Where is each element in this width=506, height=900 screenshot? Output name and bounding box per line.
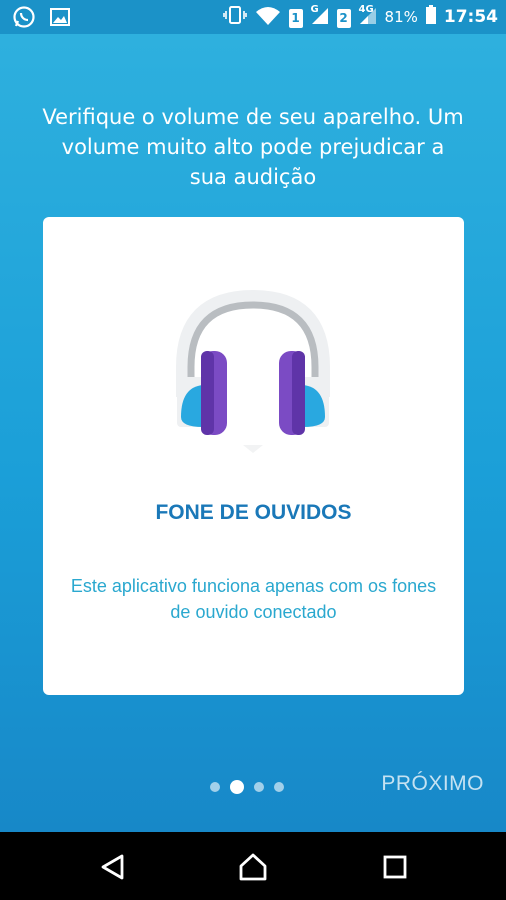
whatsapp-icon — [12, 5, 36, 33]
clock: 17:54 — [443, 7, 498, 27]
sim1-network-label: G — [310, 3, 319, 15]
battery-icon — [425, 5, 437, 29]
navigation-bar — [0, 832, 506, 900]
card-description: Este aplicativo funciona apenas com os f… — [70, 576, 437, 622]
battery-percent: 81% — [384, 8, 418, 26]
next-button[interactable]: PRÓXIMO — [381, 772, 484, 796]
wifi-icon — [254, 5, 282, 29]
image-icon — [50, 8, 70, 30]
vibrate-icon — [222, 5, 247, 29]
onboarding-screen: Verifique o volume de seu aparelho. Um v… — [0, 34, 506, 832]
page-dot[interactable] — [254, 782, 264, 792]
back-icon[interactable] — [98, 852, 128, 882]
page-dot[interactable] — [274, 782, 284, 792]
sim1-indicator: 1 G — [288, 4, 319, 28]
volume-warning-text: Verifique o volume de seu aparelho. Um v… — [42, 105, 464, 189]
card-title: FONE DE OUVIDOS — [155, 501, 352, 524]
page-dot[interactable] — [210, 782, 220, 792]
status-bar: 1 G 2 4G 81% 17:54 — [0, 0, 506, 34]
sim2-network-label: 4G — [358, 3, 374, 15]
page-dot-active[interactable] — [230, 780, 244, 794]
sim2-badge: 2 — [336, 8, 351, 28]
home-icon[interactable] — [238, 852, 268, 882]
info-card: FONE DE OUVIDOS Este aplicativo funciona… — [43, 217, 464, 695]
page-indicator — [210, 780, 284, 794]
sim2-indicator: 2 4G — [336, 4, 374, 28]
recents-icon[interactable] — [380, 852, 410, 882]
headphones-icon — [173, 287, 333, 467]
sim1-badge: 1 — [288, 8, 303, 28]
